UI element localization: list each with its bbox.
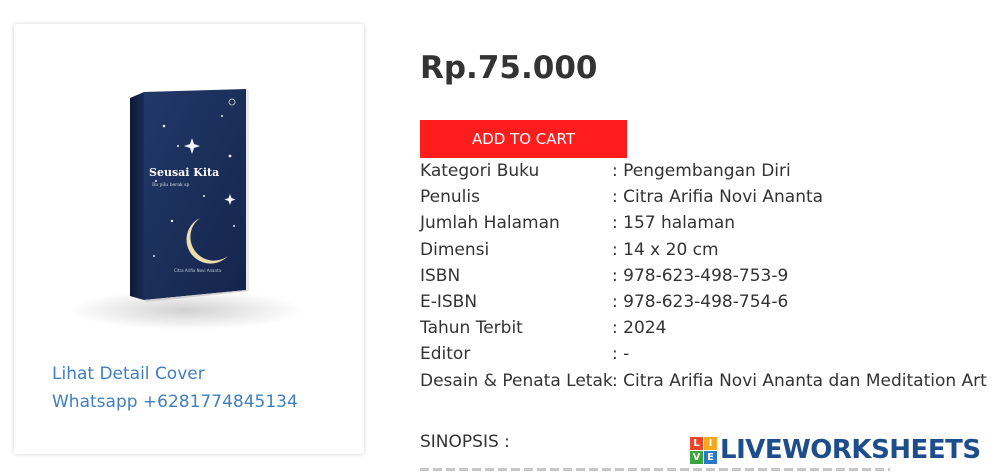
live-badge-icon: L I V E xyxy=(690,436,717,464)
detail-value: : Citra Arifia Novi Ananta xyxy=(612,187,824,208)
book-details-list: Kategori Buku : Pengembangan Diri Penuli… xyxy=(420,158,987,394)
detail-label: Tahun Terbit xyxy=(420,318,523,339)
detail-value: : Pengembangan Diri xyxy=(612,161,791,181)
detail-value: : 2024 xyxy=(612,318,667,339)
detail-label: Jumlah Halaman xyxy=(420,213,560,234)
detail-label: Kategori Buku xyxy=(420,161,540,181)
sinopsis-heading: SINOPSIS : xyxy=(420,432,510,452)
badge-letter: E xyxy=(704,450,717,464)
book-cover-title: Seusai Kita xyxy=(149,166,219,179)
detail-value: : 14 x 20 cm xyxy=(612,239,719,260)
book-cover-image[interactable]: Seusai Kita Ilu pilu berak sp Citra Arif… xyxy=(54,86,314,346)
logo-text: LIVEWORKSHEETS xyxy=(720,435,981,465)
detail-row-eisbn: E-ISBN : 978-623-498-754-6 xyxy=(420,289,987,315)
detail-row-design: Desain & Penata Letak : Citra Arifia Nov… xyxy=(420,368,987,394)
badge-letter: L xyxy=(690,436,703,450)
detail-value: : 978-623-498-754-6 xyxy=(612,291,789,312)
cut-off-text-line xyxy=(420,465,890,471)
book-cover-subtitle: Ilu pilu berak sp xyxy=(152,182,189,188)
detail-value: : Citra Arifia Novi Ananta dan Meditatio… xyxy=(612,370,987,391)
whatsapp-link[interactable]: Whatsapp +6281774845134 xyxy=(52,392,298,412)
detail-value: : 157 halaman xyxy=(612,213,736,234)
detail-row-author: Penulis : Citra Arifia Novi Ananta xyxy=(420,184,987,210)
add-to-cart-button[interactable]: ADD TO CART xyxy=(420,120,627,158)
book-cover-author: Citra Arifia Novi Ananta xyxy=(174,268,222,273)
detail-row-category: Kategori Buku : Pengembangan Diri xyxy=(420,158,987,184)
detail-label: E-ISBN xyxy=(420,291,478,312)
detail-value: : - xyxy=(612,344,630,365)
badge-letter: I xyxy=(704,436,717,450)
product-price: Rp.75.000 xyxy=(420,50,598,86)
view-cover-detail-link[interactable]: Lihat Detail Cover xyxy=(52,364,205,384)
detail-row-year: Tahun Terbit : 2024 xyxy=(420,315,987,341)
detail-row-isbn: ISBN : 978-623-498-753-9 xyxy=(420,263,987,289)
detail-value: : 978-623-498-753-9 xyxy=(612,265,789,286)
detail-label: ISBN xyxy=(420,265,461,286)
detail-row-pages: Jumlah Halaman : 157 halaman xyxy=(420,210,987,236)
detail-label: Penulis xyxy=(420,187,480,208)
product-image-card: Seusai Kita Ilu pilu berak sp Citra Arif… xyxy=(14,24,364,454)
detail-label: Desain & Penata Letak xyxy=(420,370,613,391)
detail-row-dimensions: Dimensi : 14 x 20 cm xyxy=(420,237,987,263)
detail-label: Dimensi xyxy=(420,239,490,260)
detail-row-editor: Editor : - xyxy=(420,341,987,367)
liveworksheets-logo: L I V E LIVEWORKSHEETS xyxy=(690,435,981,465)
detail-label: Editor xyxy=(420,344,471,365)
badge-letter: V xyxy=(690,450,703,464)
